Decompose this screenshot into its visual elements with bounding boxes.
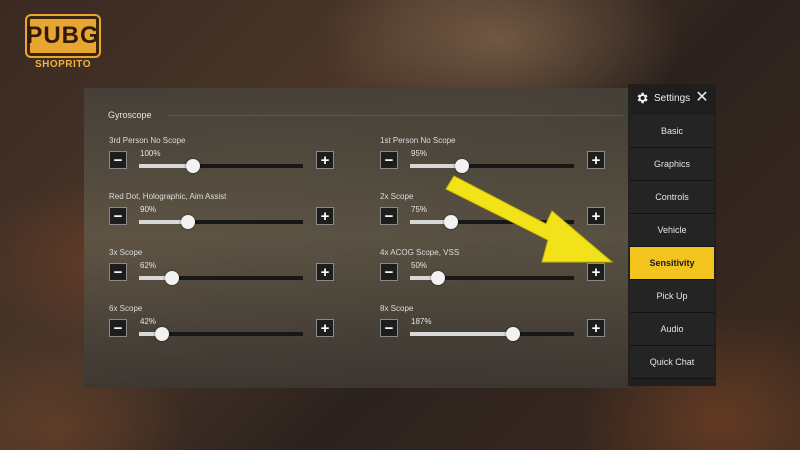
decrease-button[interactable]: − — [380, 263, 398, 281]
menu-item-pick-up[interactable]: Pick Up — [630, 280, 714, 313]
slider-handle[interactable] — [506, 327, 521, 341]
slider-label: 6x Scope — [109, 304, 143, 313]
slider-label: 3x Scope — [109, 248, 143, 257]
decrease-button[interactable]: − — [380, 319, 398, 337]
slider-8x-scope: 8x Scope − 187% + — [380, 304, 610, 354]
slider-track[interactable] — [139, 327, 303, 341]
slider-value: 90% — [140, 205, 157, 214]
decrease-button[interactable]: − — [380, 207, 398, 225]
settings-sidebar: Settings ✕ Basic Graphics Controls Vehic… — [628, 84, 716, 386]
menu-item-controls[interactable]: Controls — [630, 181, 714, 214]
increase-button[interactable]: + — [316, 263, 334, 281]
slider-value: 100% — [140, 149, 161, 158]
slider-label: 2x Scope — [380, 192, 414, 201]
slider-handle[interactable] — [444, 215, 458, 229]
slider-label: 8x Scope — [380, 304, 414, 313]
slider-red-dot-holographic: Red Dot, Holographic, Aim Assist − 90% + — [109, 192, 339, 242]
slider-3rd-person-no-scope: 3rd Person No Scope − 100% + — [109, 136, 339, 186]
gear-icon — [637, 92, 648, 104]
menu-item-basic[interactable]: Basic — [630, 115, 714, 148]
menu-item-vehicle[interactable]: Vehicle — [630, 214, 714, 247]
increase-button[interactable]: + — [316, 151, 334, 169]
increase-button[interactable]: + — [587, 207, 605, 225]
slider-label: 3rd Person No Scope — [109, 136, 186, 145]
slider-3x-scope: 3x Scope − 62% + — [109, 248, 339, 298]
settings-title: Settings — [654, 93, 691, 104]
menu-item-audio[interactable]: Audio — [630, 313, 714, 346]
increase-button[interactable]: + — [587, 151, 605, 169]
slider-value: 95% — [411, 149, 428, 158]
slider-value: 50% — [411, 261, 428, 270]
logo-subtitle: SHOPRITO — [34, 59, 92, 70]
slider-handle[interactable] — [455, 159, 470, 173]
slider-value: 75% — [411, 205, 428, 214]
increase-button[interactable]: + — [587, 263, 605, 281]
slider-2x-scope: 2x Scope − 75% + — [380, 192, 610, 242]
slider-6x-scope: 6x Scope − 42% + — [109, 304, 339, 354]
slider-fill — [410, 332, 514, 336]
menu-item-sensitivity[interactable]: Sensitivity — [630, 247, 714, 280]
decrease-button[interactable]: − — [109, 319, 127, 337]
slider-track[interactable] — [139, 271, 303, 285]
decrease-button[interactable]: − — [109, 151, 127, 169]
slider-track[interactable] — [139, 215, 303, 229]
slider-value: 187% — [411, 317, 432, 326]
slider-track[interactable] — [410, 327, 574, 341]
slider-label: 4x ACOG Scope, VSS — [380, 248, 460, 257]
slider-label: Red Dot, Holographic, Aim Assist — [109, 192, 227, 201]
slider-label: 1st Person No Scope — [380, 136, 456, 145]
pubg-logo: PUBG SHOPRITO — [20, 16, 106, 74]
slider-1st-person-no-scope: 1st Person No Scope − 95% + — [380, 136, 610, 186]
menu-item-graphics[interactable]: Graphics — [630, 148, 714, 181]
increase-button[interactable]: + — [316, 319, 334, 337]
slider-handle[interactable] — [181, 215, 196, 229]
decrease-button[interactable]: − — [109, 263, 127, 281]
slider-handle[interactable] — [154, 327, 169, 341]
slider-value: 42% — [140, 317, 157, 326]
slider-handle[interactable] — [430, 271, 445, 285]
slider-handle[interactable] — [164, 271, 179, 285]
slider-track[interactable] — [139, 159, 303, 173]
slider-value: 62% — [140, 261, 157, 270]
section-title-gyroscope: Gyroscope — [108, 110, 152, 120]
slider-fill — [139, 164, 194, 168]
slider-4x-acog-scope: 4x ACOG Scope, VSS − 50% + — [380, 248, 610, 298]
slider-track[interactable] — [410, 215, 574, 229]
decrease-button[interactable]: − — [380, 151, 398, 169]
decrease-button[interactable]: − — [109, 207, 127, 225]
menu-item-quick-chat[interactable]: Quick Chat — [630, 346, 714, 379]
settings-header: Settings ✕ — [628, 84, 716, 114]
slider-track[interactable] — [410, 159, 574, 173]
increase-button[interactable]: + — [587, 319, 605, 337]
sensitivity-panel: Gyroscope 3rd Person No Scope − 100% + 1… — [84, 88, 631, 388]
section-divider — [168, 115, 623, 116]
slider-handle[interactable] — [186, 159, 201, 173]
pubg-logo-mark: PUBG — [26, 16, 99, 56]
close-icon[interactable]: ✕ — [694, 89, 710, 107]
slider-track[interactable] — [410, 271, 574, 285]
increase-button[interactable]: + — [316, 207, 334, 225]
